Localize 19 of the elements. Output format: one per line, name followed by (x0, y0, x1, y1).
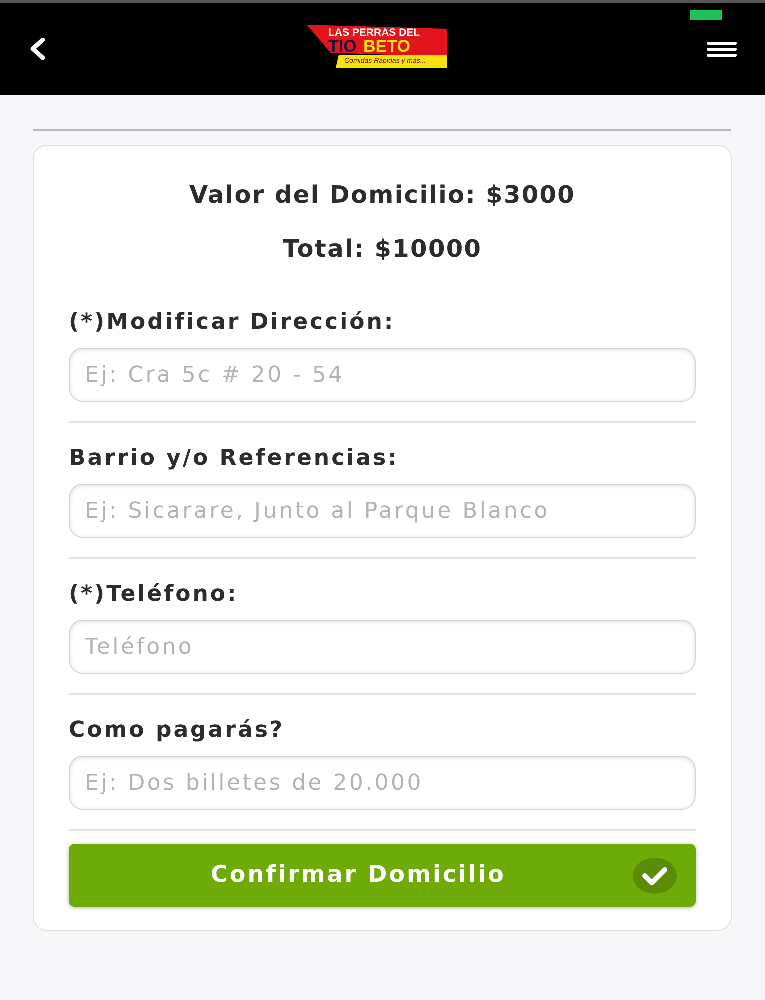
menu-button[interactable] (706, 40, 738, 58)
field-label: Como pagarás? (69, 718, 286, 744)
indicator-icon (690, 10, 722, 20)
input-field[interactable]: Teléfono (69, 620, 696, 674)
field-label: (*)Teléfono: (69, 582, 240, 608)
input-field[interactable]: Ej: Sicarare, Junto al Parque Blanco (69, 484, 696, 538)
logo-title: LAS PERRAS DEL (328, 28, 420, 39)
menu-icon (707, 42, 737, 56)
field-label: (*)Modificar Dirección: (69, 310, 396, 336)
logo-name-bright: BETO (364, 38, 410, 55)
check-icon (633, 858, 677, 894)
logo-name-dark: TIO (328, 38, 357, 55)
input-field[interactable]: Ej: Cra 5c # 20 - 54 (69, 348, 696, 402)
total-text: Total: $10000 (282, 235, 482, 263)
delivery-fee-text: Valor del Domicilio: $3000 (189, 181, 576, 209)
field-label: Barrio y/o Referencias: (69, 446, 400, 472)
confirm-button[interactable]: Confirmar Domicilio (69, 844, 696, 907)
back-chevron-icon (28, 38, 48, 60)
input-field[interactable]: Ej: Dos billetes de 20.000 (69, 756, 696, 810)
